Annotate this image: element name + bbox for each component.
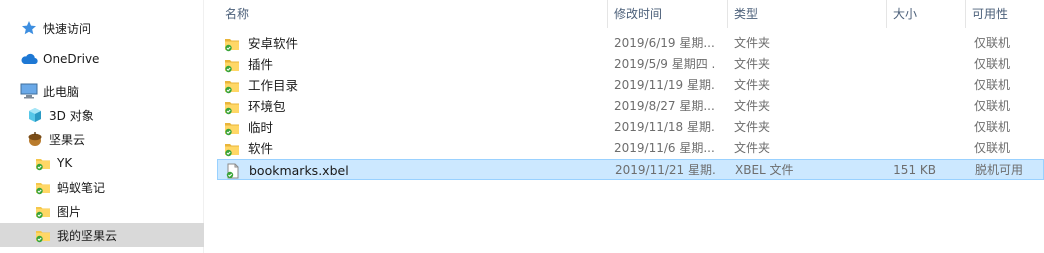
- nav-label: 此电脑: [43, 84, 80, 99]
- file-row[interactable]: 临时 2019/11/18 星期... 文件夹 仅联机: [217, 117, 1044, 138]
- cloud-icon: [20, 50, 38, 68]
- nav-label: YK: [57, 156, 73, 170]
- file-row[interactable]: 安卓软件 2019/6/19 星期... 文件夹 仅联机: [217, 33, 1044, 54]
- nav-jianguoyun[interactable]: 坚果云: [0, 127, 204, 151]
- synced-folder-icon: [34, 154, 52, 172]
- column-header-availability[interactable]: 可用性: [965, 0, 1044, 28]
- file-size: [885, 33, 935, 54]
- file-type: 文件夹: [734, 36, 771, 50]
- file-modified: 2019/11/6 星期...: [614, 141, 715, 155]
- file-row-selected[interactable]: bookmarks.xbel 2019/11/21 星期... XBEL 文件 …: [217, 159, 1044, 180]
- file-availability: 仅联机: [974, 120, 1011, 134]
- cube-icon: [26, 106, 44, 124]
- nav-this-pc[interactable]: 此电脑: [0, 79, 204, 103]
- file-size: [885, 75, 935, 96]
- file-name: 软件: [248, 141, 274, 156]
- file-name: 插件: [248, 57, 274, 72]
- nav-yk[interactable]: YK: [0, 151, 204, 175]
- nav-label: 图片: [57, 204, 82, 219]
- file-row[interactable]: 软件 2019/11/6 星期... 文件夹 仅联机: [217, 138, 1044, 159]
- file-name: 环境包: [248, 99, 286, 114]
- nav-label: 蚂蚁笔记: [57, 180, 106, 195]
- column-header-modified[interactable]: 修改时间: [607, 0, 727, 28]
- synced-folder-icon: [224, 99, 240, 115]
- nav-ant-notes[interactable]: 蚂蚁笔记: [0, 175, 204, 199]
- star-icon: [20, 19, 38, 37]
- file-modified: 2019/6/19 星期...: [614, 36, 715, 50]
- file-type: 文件夹: [734, 141, 771, 155]
- file-row[interactable]: 工作目录 2019/11/19 星期... 文件夹 仅联机: [217, 75, 1044, 96]
- synced-folder-icon: [224, 36, 240, 52]
- file-availability: 仅联机: [974, 78, 1011, 92]
- nav-label: 坚果云: [49, 132, 86, 147]
- nav-label: 3D 对象: [49, 108, 94, 123]
- file-size: [885, 138, 935, 159]
- nav-pictures[interactable]: 图片: [0, 199, 204, 223]
- file-modified: 2019/11/21 星期...: [615, 163, 717, 177]
- file-availability: 仅联机: [974, 99, 1011, 113]
- synced-folder-icon: [34, 202, 52, 220]
- file-row[interactable]: 环境包 2019/8/27 星期... 文件夹 仅联机: [217, 96, 1044, 117]
- nav-my-jianguoyun[interactable]: 我的坚果云: [0, 223, 204, 247]
- file-modified: 2019/11/18 星期...: [614, 120, 716, 134]
- file-name: 临时: [248, 120, 274, 135]
- file-availability: 脱机可用: [975, 163, 1024, 177]
- nav-3d-objects[interactable]: 3D 对象: [0, 103, 204, 127]
- nav-label: 快速访问: [43, 21, 92, 36]
- file-availability: 仅联机: [974, 141, 1011, 155]
- nav-label: 我的坚果云: [57, 228, 118, 243]
- nut-icon: [26, 130, 44, 148]
- column-header-size[interactable]: 大小: [886, 0, 965, 28]
- file-size: [885, 117, 935, 138]
- file-availability: 仅联机: [974, 36, 1011, 50]
- file-row[interactable]: 插件 2019/5/9 星期四 ... 文件夹 仅联机: [217, 54, 1044, 75]
- navigation-pane: 快速访问 OneDrive 此电脑 3D 对象 坚果云 YK 蚂蚁笔记 图片 我…: [0, 0, 204, 253]
- nav-label: OneDrive: [43, 52, 100, 66]
- synced-folder-icon: [224, 141, 240, 157]
- file-type: 文件夹: [734, 78, 771, 92]
- file-type: 文件夹: [734, 57, 771, 71]
- file-size: 151 KB: [893, 163, 936, 177]
- file-name: 安卓软件: [248, 36, 299, 51]
- file-type: 文件夹: [734, 120, 771, 134]
- synced-folder-icon: [224, 78, 240, 94]
- nav-quick-access[interactable]: 快速访问: [0, 16, 204, 40]
- synced-folder-icon: [224, 57, 240, 73]
- column-header-name[interactable]: 名称: [219, 0, 606, 28]
- nav-onedrive[interactable]: OneDrive: [0, 47, 204, 71]
- file-size: [885, 96, 935, 117]
- file-size: [885, 54, 935, 75]
- file-modified: 2019/8/27 星期...: [614, 99, 715, 113]
- synced-folder-icon: [34, 178, 52, 196]
- column-header-type[interactable]: 类型: [727, 0, 886, 28]
- file-modified: 2019/11/19 星期...: [614, 78, 716, 92]
- file-name: bookmarks.xbel: [249, 163, 349, 178]
- file-name: 工作目录: [248, 78, 299, 93]
- file-modified: 2019/5/9 星期四 ...: [614, 57, 716, 71]
- file-type: XBEL 文件: [735, 163, 794, 177]
- synced-folder-icon: [224, 120, 240, 136]
- computer-icon: [20, 82, 38, 100]
- synced-folder-icon: [34, 226, 52, 244]
- file-availability: 仅联机: [974, 57, 1011, 71]
- synced-file-icon: [225, 163, 241, 179]
- file-type: 文件夹: [734, 99, 771, 113]
